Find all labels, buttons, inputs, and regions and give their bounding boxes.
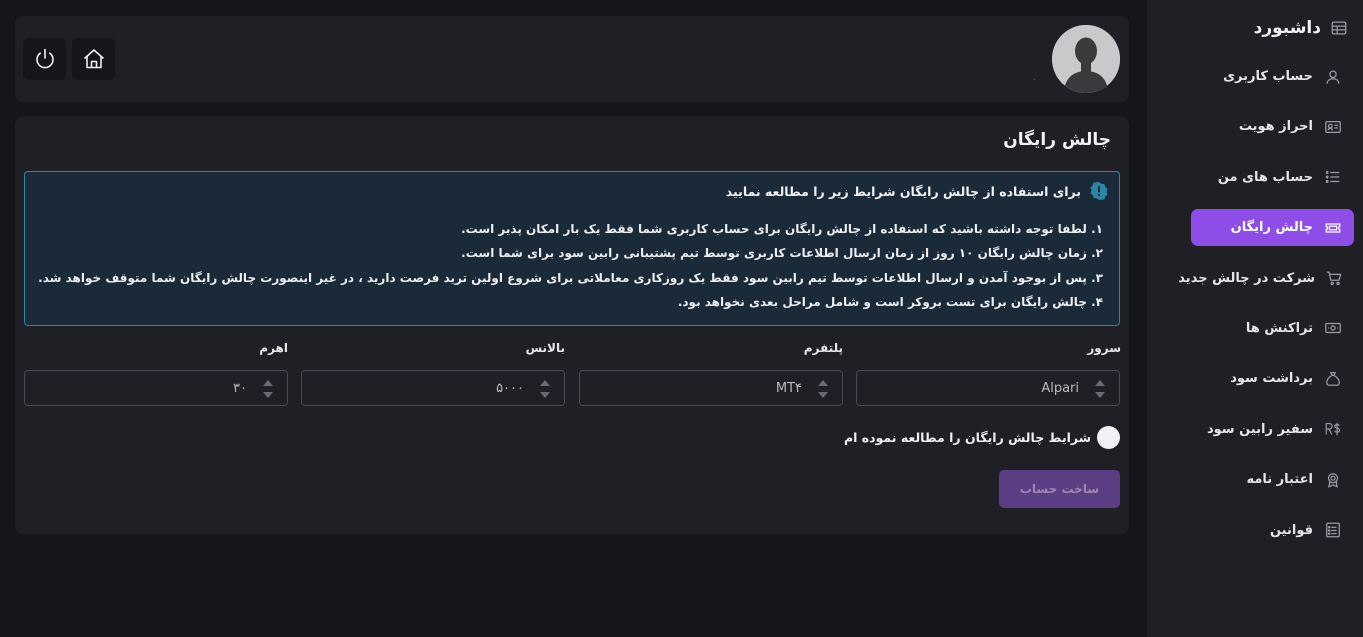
leverage-label: اهرم: [259, 341, 288, 355]
sidebar-item-label: قوانین: [1269, 522, 1313, 538]
sidebar-item-label: سفیر رابین سود: [1206, 421, 1313, 437]
agree-terms-toggle[interactable]: [1097, 426, 1120, 449]
select-arrows-icon: [540, 380, 550, 398]
sidebar-item-credentials[interactable]: اعتبار نامه: [1191, 461, 1354, 498]
notice-heading: برای استفاده از چالش رایگان شرایط زیر را…: [726, 181, 1109, 201]
cart-icon: [1325, 268, 1343, 288]
sidebar-nav: حساب کاربری احراز هویت حساب های من چالش …: [1178, 58, 1354, 562]
balance-value: ۵۰۰۰: [496, 380, 524, 396]
create-account-button[interactable]: ساخت حساب: [999, 470, 1120, 508]
avatar[interactable]: [1052, 25, 1120, 93]
server-value: Alpari: [1041, 380, 1079, 396]
banknote-icon: [1323, 318, 1343, 338]
notice-line: ۳. پس از بوجود آمدن و ارسال اطلاعات توسط…: [38, 270, 1103, 285]
info-badge-icon: [1089, 181, 1109, 201]
sidebar-item-user-account[interactable]: حساب کاربری: [1191, 58, 1354, 95]
top-header: .: [15, 16, 1129, 102]
balance-select[interactable]: ۵۰۰۰: [301, 370, 565, 406]
sidebar-brand[interactable]: داشبورد: [1254, 14, 1349, 42]
sidebar-item-label: احراز هویت: [1238, 119, 1313, 135]
sidebar-item-identity-verification[interactable]: احراز هویت: [1191, 108, 1354, 145]
free-challenge-card: چالش رایگان برای استفاده از چالش رایگان …: [15, 116, 1129, 534]
select-arrows-icon: [263, 380, 273, 398]
platform-select[interactable]: MT۴: [579, 370, 843, 406]
brand-title: داشبورد: [1253, 18, 1321, 38]
leverage-select[interactable]: ۳۰: [24, 370, 288, 406]
platform-label: پلتفرم: [803, 341, 843, 355]
sidebar-item-label: شرکت در چالش جدید: [1178, 270, 1315, 286]
agree-terms-row: شرایط چالش رایگان را مطالعه نموده ام: [844, 426, 1120, 449]
ticket-icon: [1323, 218, 1343, 238]
r-dollar-icon: [1323, 419, 1343, 439]
award-icon: [1323, 470, 1343, 490]
username: .: [1032, 70, 1037, 83]
notice-list: ۱. لطفا توجه داشته باشید که استفاده از چ…: [38, 220, 1103, 318]
select-arrows-icon: [1095, 380, 1105, 398]
id-card-icon: [1323, 117, 1343, 137]
sidebar-item-join-new-challenge[interactable]: شرکت در چالش جدید: [1178, 260, 1354, 297]
sidebar-item-label: تراکنش ها: [1245, 320, 1313, 336]
server-select[interactable]: Alpari: [856, 370, 1120, 406]
server-label: سرور: [1087, 341, 1121, 355]
sidebar-item-label: اعتبار نامه: [1246, 472, 1313, 488]
sidebar: داشبورد حساب کاربری احراز هویت حساب های …: [1147, 0, 1363, 637]
leverage-value: ۳۰: [233, 380, 247, 396]
select-arrows-icon: [818, 380, 828, 398]
sidebar-item-withdraw-profit[interactable]: برداشت سود: [1191, 360, 1354, 397]
terms-notice: برای استفاده از چالش رایگان شرایط زیر را…: [24, 171, 1120, 326]
list-icon: [1323, 167, 1343, 187]
platform-value: MT۴: [775, 380, 802, 396]
sidebar-item-label: چالش رایگان: [1230, 220, 1313, 236]
page-title: چالش رایگان: [1003, 130, 1111, 150]
notice-line: ۱. لطفا توجه داشته باشید که استفاده از چ…: [461, 222, 1103, 236]
money-bag-icon: [1323, 369, 1343, 389]
sidebar-item-ambassador[interactable]: سفیر رابین سود: [1191, 411, 1354, 448]
notice-heading-text: برای استفاده از چالش رایگان شرایط زیر را…: [725, 183, 1081, 199]
dashboard-grid-icon: [1329, 18, 1349, 38]
user-avatar-icon: [1052, 25, 1120, 93]
sidebar-item-transactions[interactable]: تراکنش ها: [1191, 310, 1354, 347]
sidebar-item-free-challenge[interactable]: چالش رایگان: [1191, 209, 1354, 247]
home-icon: [81, 46, 107, 72]
home-button[interactable]: [72, 38, 115, 80]
sidebar-item-label: حساب کاربری: [1223, 69, 1313, 84]
sidebar-item-label: برداشت سود: [1230, 371, 1313, 387]
rules-list-icon: [1323, 520, 1343, 540]
sidebar-item-my-accounts[interactable]: حساب های من: [1191, 159, 1354, 196]
user-icon: [1323, 67, 1343, 87]
logout-button[interactable]: [23, 38, 66, 80]
sidebar-item-label: حساب های من: [1217, 169, 1313, 185]
agree-terms-label: شرایط چالش رایگان را مطالعه نموده ام: [844, 430, 1091, 445]
sidebar-item-rules[interactable]: قوانین: [1191, 512, 1354, 549]
power-icon: [32, 46, 58, 72]
notice-line: ۲. زمان چالش رایگان ۱۰ روز از زمان ارسال…: [461, 246, 1103, 261]
notice-line: ۴. چالش رایگان برای تست بروکر است و شامل…: [677, 295, 1103, 310]
balance-label: بالانس: [525, 341, 565, 355]
